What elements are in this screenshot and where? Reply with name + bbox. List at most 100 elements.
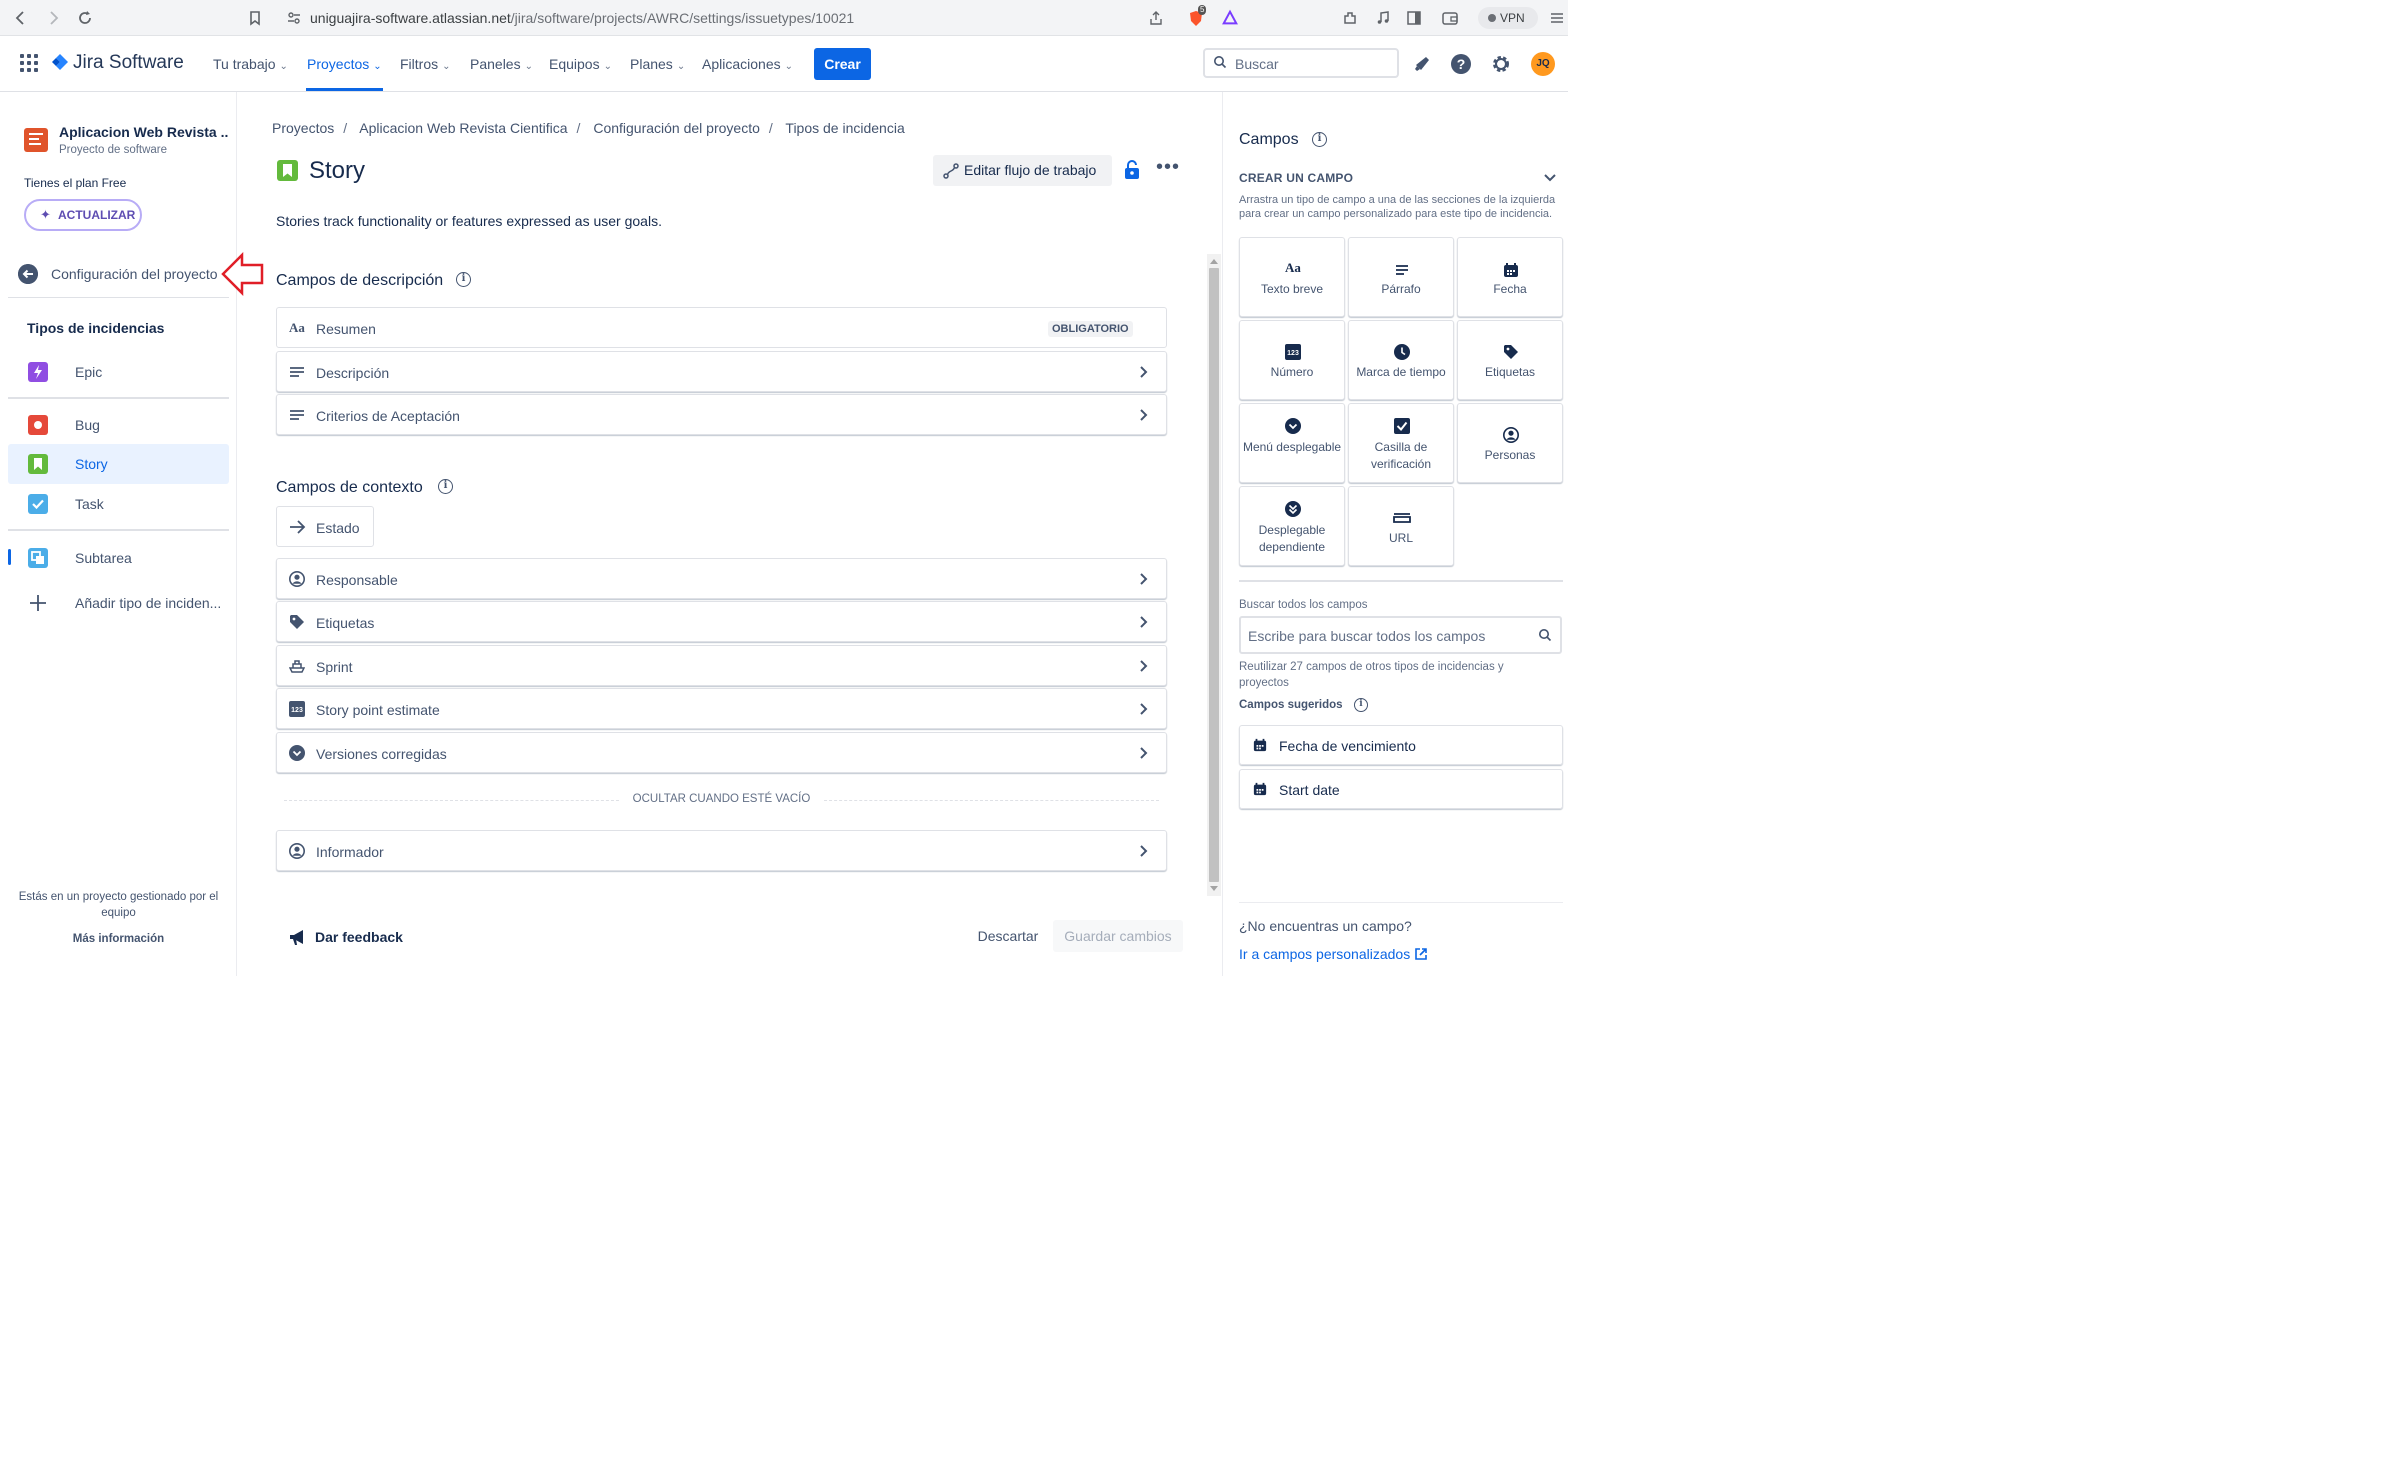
chevron-right-icon — [1140, 366, 1148, 378]
fields-panel: Campos i CREAR UN CAMPO Arrastra un tipo… — [1222, 92, 1568, 976]
paragraph-icon — [290, 367, 304, 377]
sidebar-item-epic[interactable]: Epic — [8, 352, 229, 392]
field-type-timestamp[interactable]: Marca de tiempo — [1348, 320, 1454, 400]
field-type-date[interactable]: Fecha — [1457, 237, 1563, 317]
checkbox-icon — [1394, 418, 1410, 434]
product-name[interactable]: Jira Software — [73, 52, 184, 74]
user-avatar[interactable]: JQ — [1531, 52, 1555, 76]
breadcrumb-link[interactable]: Tipos de incidencia — [785, 120, 904, 136]
breadcrumb-link[interactable]: Configuración del proyecto — [593, 120, 760, 136]
project-name[interactable]: Aplicacion Web Revista ... — [59, 124, 229, 140]
notifications-icon[interactable] — [1411, 53, 1433, 75]
sidebar-item-story[interactable]: Story — [8, 444, 229, 484]
breadcrumb-link[interactable]: Proyectos — [272, 120, 334, 136]
music-icon[interactable] — [1374, 9, 1392, 27]
scrollbar-thumb[interactable] — [1209, 268, 1219, 882]
field-type-checkbox[interactable]: Casilla de verificación — [1348, 403, 1454, 483]
page-title[interactable]: Story — [309, 157, 365, 185]
forward-arrow-icon[interactable] — [44, 9, 62, 27]
project-avatar-icon — [24, 128, 48, 152]
nav-dashboards[interactable]: Paneles ⌄ — [470, 56, 533, 72]
field-status: Estado — [276, 506, 374, 547]
field-type-labels[interactable]: Etiquetas — [1457, 320, 1563, 400]
scroll-up-arrow-icon[interactable] — [1210, 259, 1218, 264]
nav-filters[interactable]: Filtros ⌄ — [400, 56, 451, 72]
plus-icon — [30, 595, 46, 611]
chevron-down-icon[interactable] — [1543, 172, 1557, 184]
search-input[interactable]: Buscar — [1203, 48, 1399, 78]
field-acceptance-criteria[interactable]: Criterios de Aceptación — [276, 394, 1167, 435]
upgrade-button[interactable]: ✦ ACTUALIZAR — [24, 199, 142, 231]
field-type-paragraph[interactable]: Párrafo — [1348, 237, 1454, 317]
share-icon[interactable] — [1148, 10, 1164, 26]
field-story-points[interactable]: 123 Story point estimate — [276, 688, 1167, 729]
field-type-short-text[interactable]: Aa Texto breve — [1239, 237, 1345, 317]
bookmark-icon[interactable] — [246, 9, 264, 27]
info-icon[interactable]: i — [1354, 698, 1368, 712]
nav-projects[interactable]: Proyectos ⌄ — [307, 56, 382, 72]
brave-shield-icon[interactable]: 5 — [1186, 5, 1207, 27]
info-icon[interactable]: i — [1312, 132, 1327, 147]
brave-rewards-icon[interactable] — [1220, 9, 1240, 27]
vpn-button[interactable]: VPN — [1478, 7, 1538, 29]
field-type-number[interactable]: 123 Número — [1239, 320, 1345, 400]
field-fix-versions[interactable]: Versiones corregidas — [276, 732, 1167, 773]
field-sprint[interactable]: Sprint — [276, 645, 1167, 686]
feedback-label: Dar feedback — [315, 929, 403, 945]
extensions-icon[interactable] — [1341, 9, 1359, 27]
field-type-dropdown[interactable]: Menú desplegable — [1239, 403, 1345, 483]
more-info-link[interactable]: Más información — [0, 933, 237, 945]
sidebar-toggle-icon[interactable] — [1405, 9, 1423, 27]
breadcrumb-link[interactable]: Aplicacion Web Revista Cientifica — [359, 120, 567, 136]
main-scrollbar[interactable] — [1207, 254, 1221, 896]
field-type-people[interactable]: Personas — [1457, 403, 1563, 483]
field-label: Informador — [316, 844, 384, 860]
scroll-down-arrow-icon[interactable] — [1210, 886, 1218, 891]
help-icon[interactable]: ? — [1450, 53, 1472, 75]
project-sidebar: Aplicacion Web Revista ... Proyecto de s… — [0, 92, 264, 976]
sprint-ship-icon — [289, 660, 305, 673]
wallet-icon[interactable] — [1441, 9, 1459, 27]
jira-logo-icon[interactable] — [50, 50, 70, 78]
back-arrow-icon[interactable] — [12, 9, 30, 27]
site-settings-icon[interactable] — [286, 10, 302, 26]
field-assignee[interactable]: Responsable — [276, 558, 1167, 599]
text-icon: Aa — [1285, 260, 1301, 275]
reload-icon[interactable] — [76, 9, 94, 27]
field-label: Etiquetas — [316, 615, 375, 631]
menu-icon[interactable] — [1548, 9, 1566, 27]
search-fields-input[interactable]: Escribe para buscar todos los campos — [1239, 616, 1562, 654]
sidebar-item-subtask[interactable]: Subtarea — [8, 538, 229, 578]
nav-plans[interactable]: Planes ⌄ — [630, 56, 685, 72]
create-button[interactable]: Crear — [814, 48, 871, 80]
app-switcher-icon[interactable] — [20, 54, 40, 74]
number-icon: 123 — [289, 701, 305, 717]
field-labels[interactable]: Etiquetas — [276, 601, 1167, 642]
sidebar-item-task[interactable]: Task — [8, 484, 229, 524]
field-reporter[interactable]: Informador — [276, 830, 1167, 871]
settings-gear-icon[interactable] — [1490, 53, 1512, 75]
more-options-icon[interactable]: ••• — [1156, 157, 1180, 180]
suggested-field-start-date[interactable]: Start date — [1239, 769, 1563, 809]
field-type-cascading-dropdown[interactable]: Desplegable dependiente — [1239, 486, 1345, 566]
save-changes-button[interactable]: Guardar cambios — [1053, 920, 1183, 952]
info-icon[interactable]: i — [438, 479, 453, 494]
info-icon[interactable]: i — [456, 272, 471, 287]
suggested-field-due-date[interactable]: Fecha de vencimiento — [1239, 725, 1563, 765]
nav-your-work[interactable]: Tu trabajo ⌄ — [213, 56, 288, 72]
field-type-url[interactable]: URL — [1348, 486, 1454, 566]
address-bar[interactable]: uniguajira-software.atlassian.net/jira/s… — [278, 4, 1178, 32]
add-issue-type-button[interactable]: Añadir tipo de inciden... — [8, 583, 229, 623]
sidebar-item-label: Task — [75, 496, 104, 512]
field-summary[interactable]: Aa Resumen OBLIGATORIO — [276, 307, 1167, 348]
nav-apps[interactable]: Aplicaciones ⌄ — [702, 56, 793, 72]
nav-teams[interactable]: Equipos ⌄ — [549, 56, 612, 72]
unlock-icon[interactable] — [1124, 160, 1140, 180]
discard-button[interactable]: Descartar — [968, 920, 1048, 952]
search-fields-label: Buscar todos los campos — [1239, 599, 1368, 611]
custom-fields-link[interactable]: Ir a campos personalizados — [1239, 946, 1428, 962]
create-field-heading[interactable]: CREAR UN CAMPO — [1239, 171, 1353, 185]
edit-workflow-button[interactable]: Editar flujo de trabajo — [933, 155, 1112, 186]
sidebar-item-bug[interactable]: Bug — [8, 405, 229, 445]
field-description[interactable]: Descripción — [276, 351, 1167, 392]
